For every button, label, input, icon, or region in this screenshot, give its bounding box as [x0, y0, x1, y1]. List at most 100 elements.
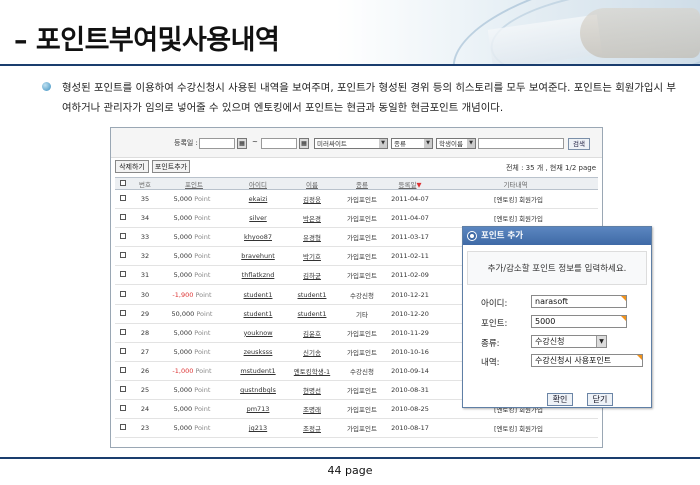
- row-name-link[interactable]: 엔토킹학생-1: [287, 361, 337, 381]
- col-id[interactable]: 아이디: [229, 177, 287, 190]
- row-number: 35: [131, 189, 159, 210]
- record-count: 전체 : 35 개 , 현재 1/2 page: [505, 164, 596, 172]
- row-name-link[interactable]: 현명선: [287, 380, 337, 401]
- title-divider: [0, 64, 700, 66]
- row-id-link[interactable]: youknow: [229, 323, 287, 343]
- row-type: 가입포인트: [337, 418, 387, 439]
- row-name-link[interactable]: 조명래: [287, 399, 337, 420]
- row-checkbox[interactable]: [115, 418, 131, 439]
- row-type: 가입포인트: [337, 189, 387, 210]
- row-checkbox[interactable]: [115, 361, 131, 381]
- table-row[interactable]: 23 5,000 Point jg213 조정규 가입포인트 2010-08-17 [엔토킹…: [115, 418, 598, 439]
- row-point: 5,000 Point: [159, 189, 229, 210]
- footer-divider: [0, 457, 700, 459]
- row-id-link[interactable]: pm713: [229, 399, 287, 420]
- search-input[interactable]: [478, 138, 564, 149]
- row-point: 5,000 Point: [159, 418, 229, 439]
- row-number: 29: [131, 304, 159, 324]
- row-id-link[interactable]: ekaizi: [229, 189, 287, 210]
- row-number: 32: [131, 246, 159, 267]
- row-type: 가입포인트: [337, 246, 387, 267]
- select-all-checkbox[interactable]: [115, 177, 131, 190]
- row-name-link[interactable]: 박은경: [287, 208, 337, 229]
- row-type: 가입포인트: [337, 399, 387, 420]
- site-select[interactable]: 미러싸이트 ▼: [314, 138, 388, 149]
- row-id-link[interactable]: gustndbgls: [229, 380, 287, 401]
- col-type[interactable]: 종류: [337, 177, 387, 190]
- col-number: 번호: [131, 177, 159, 190]
- row-name-link[interactable]: 박기호: [287, 246, 337, 267]
- date-from-input[interactable]: [199, 138, 235, 149]
- row-checkbox[interactable]: [115, 265, 131, 286]
- row-checkbox[interactable]: [115, 304, 131, 324]
- row-id-link[interactable]: khyoo87: [229, 227, 287, 248]
- close-button[interactable]: 닫기: [587, 393, 613, 406]
- row-id-link[interactable]: thflatkznd: [229, 265, 287, 286]
- row-name-link[interactable]: 조정규: [287, 418, 337, 439]
- row-date: 2011-03-17: [387, 227, 433, 248]
- col-name[interactable]: 이름: [287, 177, 337, 190]
- row-type: 수강신청: [337, 284, 387, 305]
- row-checkbox[interactable]: [115, 227, 131, 248]
- row-checkbox[interactable]: [115, 342, 131, 362]
- name-select[interactable]: 학생이름 ▼: [436, 138, 476, 149]
- row-checkbox[interactable]: [115, 208, 131, 229]
- row-point: 5,000 Point: [159, 342, 229, 362]
- table-header-row: 번호 포인트 아이디 이름 종류 등록일▼ 기타내역: [115, 177, 598, 190]
- table-row[interactable]: 35 5,000 Point ekaizi 김정웅 가입포인트 2011-04-07 [엔토…: [115, 189, 598, 210]
- row-name-link[interactable]: 신기송: [287, 342, 337, 362]
- id-label: 아이디:: [481, 299, 508, 309]
- search-button[interactable]: 검색: [568, 138, 590, 150]
- row-id-link[interactable]: bravehunt: [229, 246, 287, 267]
- row-name-link[interactable]: student1: [287, 304, 337, 324]
- row-type: 가입포인트: [337, 342, 387, 362]
- id-field[interactable]: narasoft: [531, 295, 627, 308]
- row-type: 기타: [337, 304, 387, 324]
- delete-button[interactable]: 삭제하기: [115, 160, 149, 173]
- row-id-link[interactable]: zeusksss: [229, 342, 287, 362]
- row-checkbox[interactable]: [115, 246, 131, 267]
- page-title: – 포인트부여및사용내역: [14, 25, 280, 56]
- page-number: 44 page: [327, 464, 373, 477]
- bullet-icon: [42, 82, 51, 91]
- row-name-link[interactable]: 유경형: [287, 227, 337, 248]
- row-name-link[interactable]: 김정웅: [287, 189, 337, 210]
- date-to-input[interactable]: [261, 138, 297, 149]
- row-id-link[interactable]: student1: [229, 284, 287, 305]
- row-checkbox[interactable]: [115, 399, 131, 420]
- row-type: 가입포인트: [337, 265, 387, 286]
- row-id-link[interactable]: silver: [229, 208, 287, 229]
- row-checkbox[interactable]: [115, 380, 131, 401]
- confirm-button[interactable]: 확인: [547, 393, 573, 406]
- point-field[interactable]: 5000: [531, 315, 627, 328]
- table-row[interactable]: 34 5,000 Point silver 박은경 가입포인트 2011-04-07 [엔토…: [115, 208, 598, 229]
- row-note: [엔토킹] 회원가입: [433, 189, 598, 210]
- detail-label: 내역:: [481, 358, 500, 368]
- col-note: 기타내역: [433, 177, 598, 190]
- row-checkbox[interactable]: [115, 189, 131, 210]
- row-date: 2010-11-29: [387, 323, 433, 343]
- row-checkbox[interactable]: [115, 323, 131, 343]
- row-point: 5,000 Point: [159, 399, 229, 420]
- row-point: 5,000 Point: [159, 208, 229, 229]
- row-number: 23: [131, 418, 159, 439]
- row-name-link[interactable]: student1: [287, 284, 337, 305]
- type-select[interactable]: 수강신청 ▼: [531, 335, 607, 348]
- col-date[interactable]: 등록일▼: [387, 177, 433, 190]
- row-date: 2010-09-14: [387, 361, 433, 381]
- row-number: 31: [131, 265, 159, 286]
- row-number: 24: [131, 399, 159, 420]
- row-id-link[interactable]: jg213: [229, 418, 287, 439]
- calendar-icon[interactable]: ▦: [299, 138, 309, 149]
- row-name-link[interactable]: 김윤호: [287, 323, 337, 343]
- row-checkbox[interactable]: [115, 284, 131, 305]
- detail-field[interactable]: 수강신청시 사용포인트: [531, 354, 643, 367]
- add-point-button[interactable]: 포인트추가: [152, 160, 190, 173]
- point-label: 포인트:: [481, 319, 508, 329]
- row-id-link[interactable]: student1: [229, 304, 287, 324]
- type-select[interactable]: 종류 ▼: [391, 138, 433, 149]
- row-id-link[interactable]: mstudent1: [229, 361, 287, 381]
- row-name-link[interactable]: 김하균: [287, 265, 337, 286]
- col-point[interactable]: 포인트: [159, 177, 229, 190]
- calendar-icon[interactable]: ▦: [237, 138, 247, 149]
